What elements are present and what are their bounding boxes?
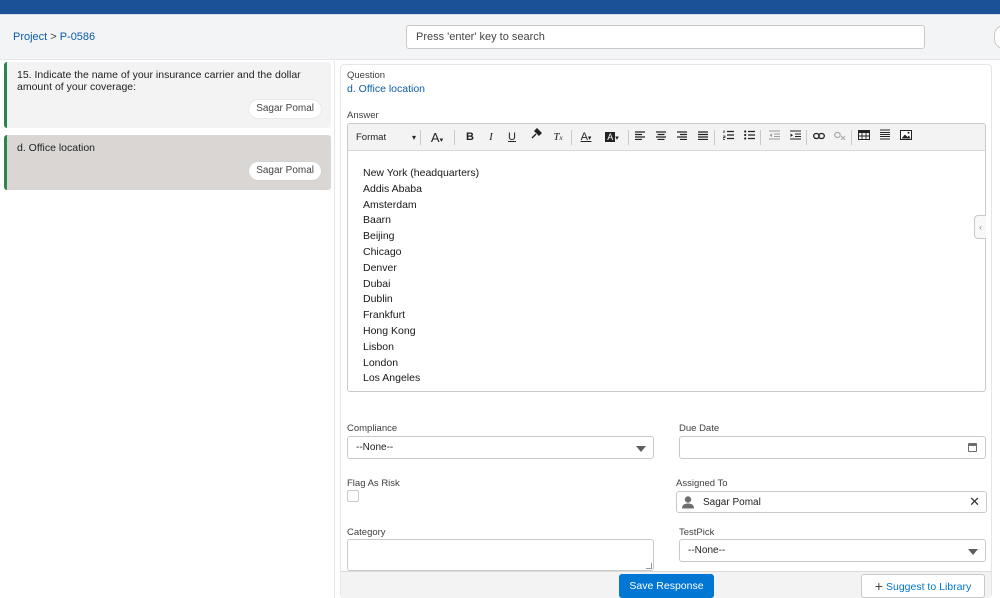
breadcrumb: Project > P-0586: [13, 31, 95, 43]
toolbar-divider: [628, 130, 629, 145]
search-input[interactable]: [406, 25, 925, 49]
response-detail-panel: Question d. Office location Answer Forma…: [340, 64, 992, 598]
answer-line: Frankfurt: [363, 309, 406, 322]
breadcrumb-separator: >: [50, 31, 57, 43]
toolbar-divider: [571, 130, 572, 145]
toolbar-divider: [851, 130, 852, 145]
question-card[interactable]: 15. Indicate the name of your insurance …: [4, 62, 331, 128]
compliance-select[interactable]: --None--: [347, 436, 654, 459]
breadcrumb-project-link[interactable]: Project: [13, 31, 47, 43]
question-card-text: d. Office location: [17, 142, 96, 154]
horizontal-rule-icon[interactable]: [878, 128, 892, 147]
toolbar-divider: [420, 130, 421, 145]
assigned-to-lookup[interactable]: Sagar Pomal ✕: [676, 491, 987, 513]
compliance-label: Compliance: [347, 423, 398, 434]
question-card-selected[interactable]: d. Office location Sagar Pomal: [4, 135, 331, 190]
answer-line: Chicago: [363, 245, 402, 258]
editor-toolbar: Format A▾ B I U Tx A▾ A▾: [348, 124, 985, 151]
bold-icon[interactable]: B: [462, 128, 478, 147]
clear-format-icon[interactable]: Tx: [550, 128, 566, 147]
link-icon[interactable]: [812, 128, 826, 147]
testpick-value: --None--: [688, 545, 726, 556]
toolbar-divider: [806, 130, 807, 145]
assigned-to-label: Assigned To: [676, 478, 728, 489]
indent-icon[interactable]: [788, 128, 802, 147]
justify-icon[interactable]: [696, 128, 710, 147]
answer-line: Dubai: [363, 277, 391, 290]
image-icon[interactable]: [899, 128, 913, 147]
due-date-input[interactable]: [679, 436, 986, 459]
answer-rich-text-editor[interactable]: Format A▾ B I U Tx A▾ A▾: [347, 123, 986, 392]
category-textarea[interactable]: [347, 539, 654, 571]
table-icon[interactable]: [857, 128, 871, 147]
question-value: d. Office location: [347, 83, 426, 95]
compliance-value: --None--: [356, 442, 394, 453]
align-right-icon[interactable]: [675, 128, 689, 147]
testpick-select[interactable]: --None--: [679, 539, 986, 562]
close-icon[interactable]: ✕: [969, 495, 980, 509]
question-list-panel: 15. Indicate the name of your insurance …: [0, 61, 335, 598]
suggest-to-library-button[interactable]: + Suggest to Library: [861, 574, 985, 598]
assigned-to-value: Sagar Pomal: [703, 497, 761, 508]
answer-line: London: [363, 356, 399, 369]
unlink-icon[interactable]: [833, 128, 847, 147]
answer-line: Hong Kong: [363, 324, 416, 337]
question-card-text: 15. Indicate the name of your insurance …: [17, 69, 301, 93]
answer-line: Amsterdam: [363, 198, 417, 211]
answer-line: Lisbon: [363, 340, 394, 353]
flag-as-risk-label: Flag As Risk: [347, 478, 400, 489]
outdent-icon[interactable]: [767, 128, 781, 147]
bulleted-list-icon[interactable]: [742, 128, 756, 147]
assignee-badge: Sagar Pomal: [249, 100, 321, 118]
answer-content[interactable]: New York (headquarters) Addis Ababa Amst…: [348, 152, 985, 391]
breadcrumb-record-link[interactable]: P-0586: [60, 31, 95, 43]
due-date-label: Due Date: [679, 423, 720, 434]
underline-icon[interactable]: U: [504, 128, 520, 147]
top-brand-bar: [0, 0, 1000, 15]
answer-line: Addis Ababa: [363, 182, 422, 195]
toolbar-divider: [760, 130, 761, 145]
answer-line: Beijing: [363, 230, 395, 243]
answer-line: Baarn: [363, 214, 392, 227]
save-response-button[interactable]: Save Response: [619, 574, 714, 598]
answer-line: New York (headquarters): [363, 167, 480, 179]
user-icon: [682, 496, 694, 509]
action-footer: Save Response + Suggest to Library: [341, 571, 991, 598]
numbered-list-icon[interactable]: [721, 128, 735, 147]
page-header: Project > P-0586: [0, 15, 1000, 60]
align-center-icon[interactable]: [654, 128, 668, 147]
font-color-icon[interactable]: A▾: [424, 128, 450, 147]
toolbar-divider: [714, 130, 715, 145]
format-painter-icon[interactable]: [528, 128, 544, 147]
assignee-badge: Sagar Pomal: [249, 162, 321, 180]
category-label: Category: [347, 527, 386, 538]
testpick-label: TestPick: [679, 527, 715, 538]
question-label: Question: [347, 70, 386, 81]
collapse-handle[interactable]: ‹: [974, 215, 986, 239]
align-left-icon[interactable]: [633, 128, 647, 147]
calendar-icon[interactable]: [968, 443, 977, 452]
text-color-icon[interactable]: A▾: [575, 128, 597, 147]
format-dropdown[interactable]: Format: [352, 128, 418, 147]
add-icon: +: [874, 578, 883, 594]
answer-label: Answer: [347, 110, 379, 121]
background-color-icon[interactable]: A ▾: [600, 128, 624, 147]
answer-line: Dublin: [363, 293, 393, 306]
utility-button[interactable]: [994, 25, 1000, 49]
answer-line: Denver: [363, 261, 397, 274]
answer-line: Los Angeles: [363, 372, 421, 385]
toolbar-divider: [454, 130, 455, 145]
italic-icon[interactable]: I: [483, 128, 499, 147]
flag-as-risk-checkbox[interactable]: [347, 490, 359, 502]
